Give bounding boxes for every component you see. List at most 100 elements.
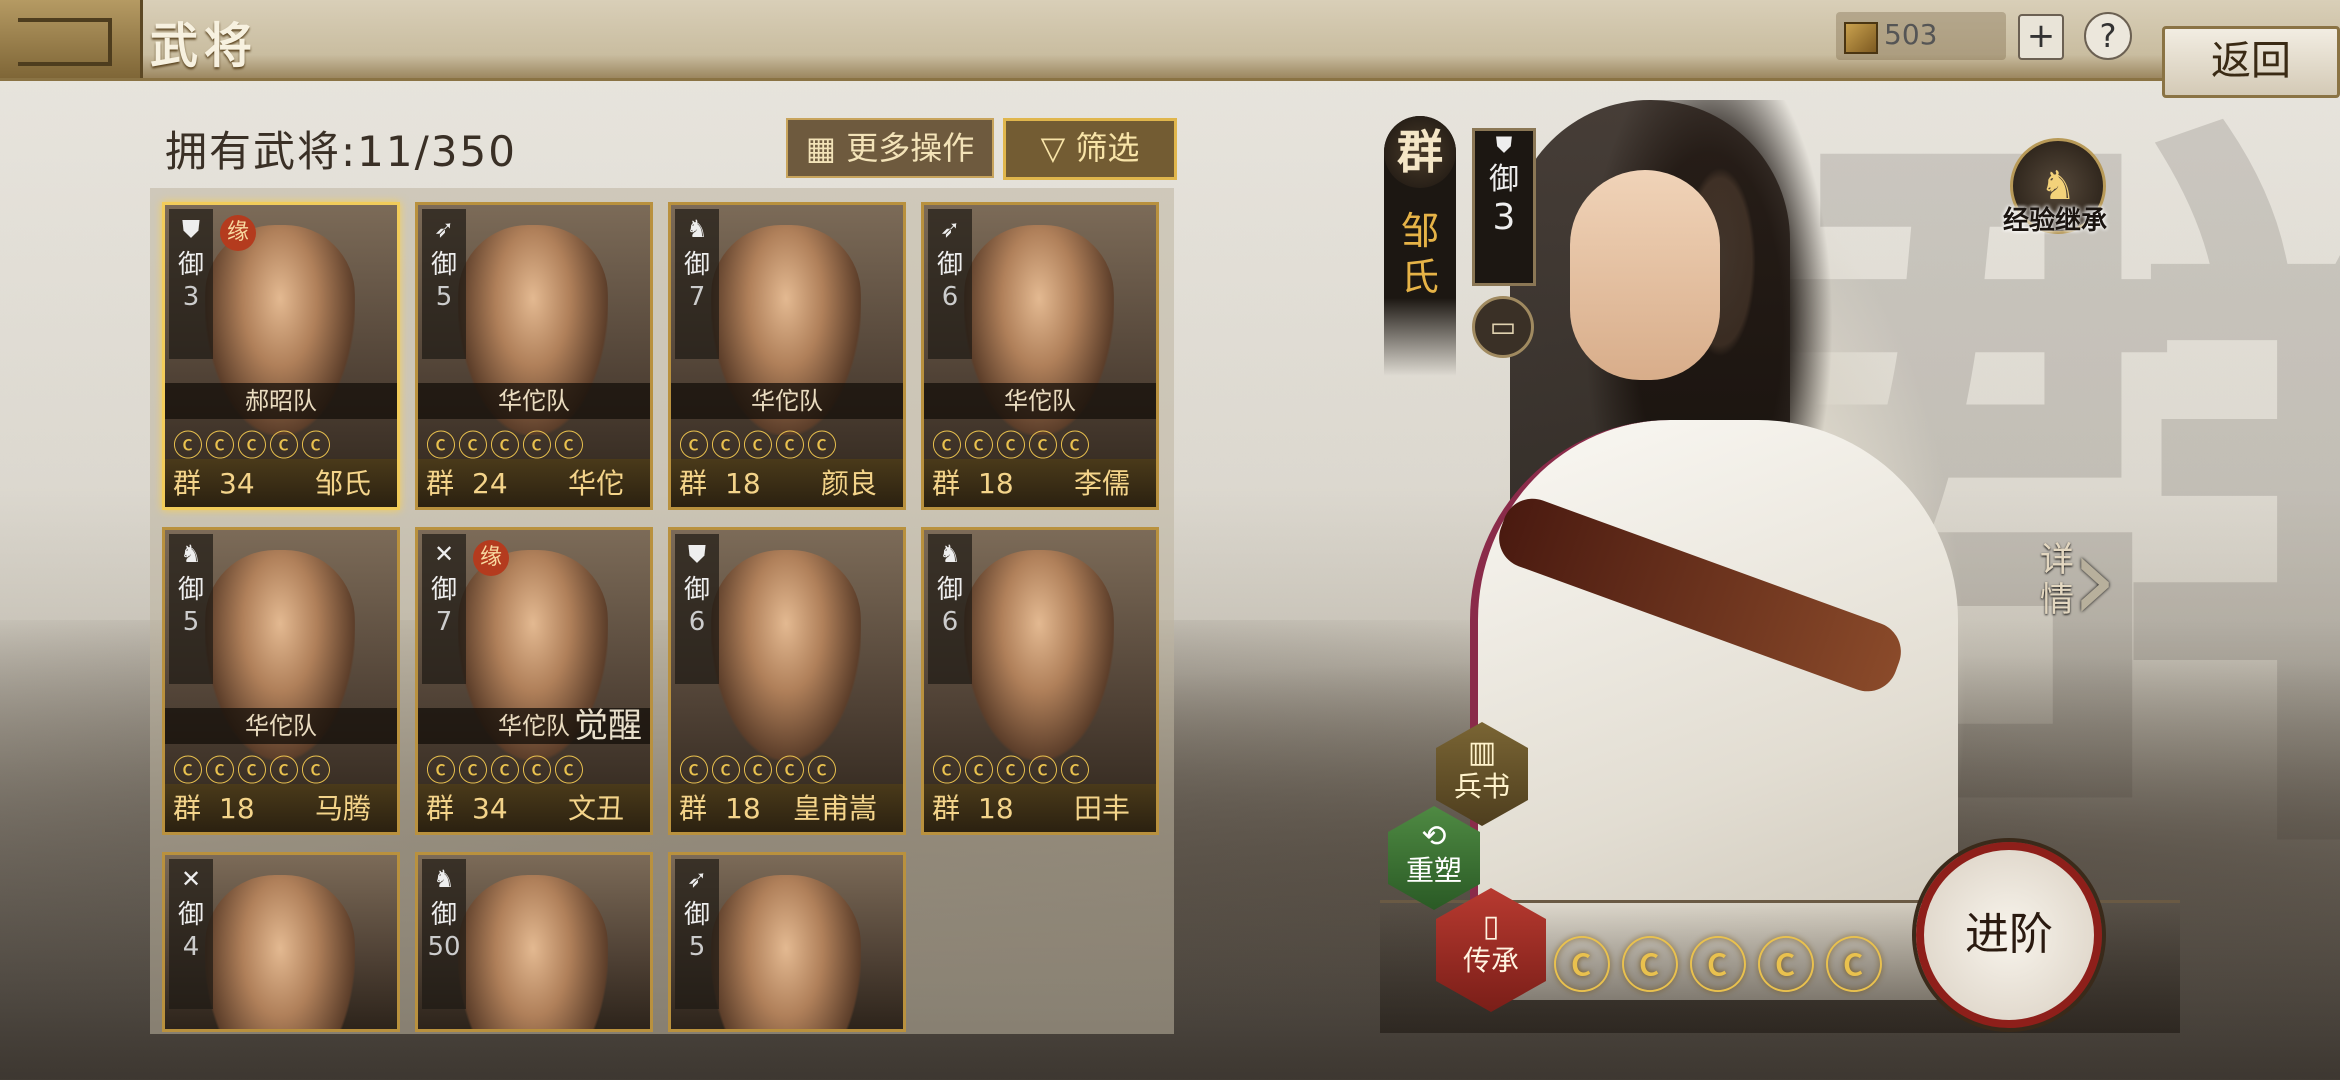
chevron-right-icon: ›: [2070, 510, 2118, 649]
general-faction: 群: [173, 792, 202, 825]
star-rating: ⓒⓒⓒⓒⓒ: [932, 754, 1092, 789]
card-info-bar: 群 34 邹氏: [165, 459, 397, 507]
filter-label: 筛选: [1075, 129, 1140, 167]
general-card[interactable]: ⛊ 御 6 ⓒⓒⓒⓒⓒ 群 18 皇甫嵩: [668, 527, 906, 835]
general-card[interactable]: ➶ 御 5 华佗队 ⓒⓒⓒⓒⓒ 群 24 华佗: [415, 202, 653, 510]
advance-button[interactable]: 进阶: [1916, 842, 2102, 1028]
unit-type: 御: [683, 575, 710, 605]
general-portrait: [711, 550, 861, 760]
star-rating: ⓒⓒⓒⓒⓒ: [932, 429, 1092, 464]
general-name: 文丑: [567, 792, 624, 825]
shield-icon: ⛊: [688, 540, 706, 568]
unit-type: 御: [177, 250, 204, 280]
general-card[interactable]: ♞ 御 5 华佗队 ⓒⓒⓒⓒⓒ 群 18 马腾: [162, 527, 400, 835]
general-faction: 群: [679, 792, 708, 825]
general-card[interactable]: ♞ 御 6 ⓒⓒⓒⓒⓒ 群 18 田丰: [921, 527, 1159, 835]
team-label: 华佗队: [165, 708, 397, 744]
star-rating: ⓒⓒⓒⓒⓒ: [173, 754, 333, 789]
general-card[interactable]: ➶ 御 5: [668, 852, 906, 1032]
general-faction: 群: [679, 467, 708, 500]
unit-type: 御: [936, 250, 963, 280]
bow-icon: ➶: [686, 865, 708, 893]
general-portrait: [458, 875, 608, 1029]
card-info-bar: 群 18 李儒: [924, 459, 1156, 507]
detail-button[interactable]: 详情 ›: [2030, 520, 2140, 650]
general-faction: 群: [932, 467, 961, 500]
general-level: 18: [725, 467, 761, 500]
general-portrait: [711, 875, 861, 1029]
hero-cost: 3: [1492, 197, 1516, 238]
inherit-label: 传承: [1462, 944, 1519, 977]
hero-face: [1570, 170, 1720, 380]
card-info-bar: 群 18 田丰: [924, 784, 1156, 832]
unit-type: 御: [430, 250, 457, 280]
unit-badge: ♞ 御 7: [675, 209, 719, 359]
hero-name: 邹氏: [1400, 209, 1439, 299]
general-faction: 群: [426, 467, 455, 500]
general-name: 李儒: [1073, 467, 1130, 500]
card-info-bar: 群 34 文丑: [418, 784, 650, 832]
star-rating: ⓒⓒⓒⓒⓒ: [679, 429, 839, 464]
team-label: 华佗队: [924, 383, 1156, 419]
general-card[interactable]: ➶ 御 6 华佗队 ⓒⓒⓒⓒⓒ 群 18 李儒: [921, 202, 1159, 510]
general-name: 颜良: [820, 467, 877, 500]
shield-icon: ⛊: [1495, 133, 1513, 158]
more-actions-button[interactable]: ▦ 更多操作: [786, 118, 994, 178]
general-card[interactable]: ♞ 御 7 华佗队 ⓒⓒⓒⓒⓒ 群 18 颜良: [668, 202, 906, 510]
back-button[interactable]: 返回: [2162, 26, 2340, 98]
fate-marker: 缘: [473, 540, 509, 576]
spear-icon: ✕: [433, 540, 455, 568]
unit-cost: 6: [941, 607, 959, 637]
star-rating: ⓒⓒⓒⓒⓒ: [173, 429, 333, 464]
unit-cost: 7: [435, 607, 453, 637]
team-label: 华佗队: [671, 383, 903, 419]
hero-star-rating: ⓒⓒⓒⓒⓒ: [1552, 932, 1892, 1002]
filter-button[interactable]: ▽ 筛选: [1003, 118, 1177, 180]
horse-icon: ♞: [686, 215, 708, 243]
currency-display: 503: [1836, 12, 2006, 60]
star-rating: ⓒⓒⓒⓒⓒ: [679, 754, 839, 789]
war-book-label: 兵书: [1453, 770, 1510, 803]
unit-badge: ✕ 御 7: [422, 534, 466, 684]
horse-icon: ♞: [433, 865, 455, 893]
general-level: 18: [219, 792, 255, 825]
top-bar: 武将 503 + ?: [0, 0, 2340, 81]
general-card[interactable]: ⛊ 御 3 缘郝昭队 ⓒⓒⓒⓒⓒ 群 34 邹氏: [162, 202, 400, 510]
currency-value: 503: [1884, 18, 1938, 51]
add-currency-button[interactable]: +: [2018, 14, 2064, 60]
unit-badge: ♞ 御 5: [169, 534, 213, 684]
help-button[interactable]: ?: [2084, 12, 2132, 60]
reshape-icon: ⟲: [1421, 819, 1447, 854]
general-name: 马腾: [314, 792, 371, 825]
general-card[interactable]: ♞ 御 50: [415, 852, 653, 1032]
general-name: 华佗: [567, 467, 624, 500]
general-level: 18: [978, 792, 1014, 825]
grid-icon: ▦: [805, 129, 847, 167]
unit-cost: 5: [688, 932, 706, 962]
unit-type: 御: [177, 575, 204, 605]
card-info-bar: 群 18 马腾: [165, 784, 397, 832]
card-info-bar: 群 24 华佗: [418, 459, 650, 507]
card-info-bar: 群 18 颜良: [671, 459, 903, 507]
general-portrait: [964, 550, 1114, 760]
unit-type: 御: [430, 900, 457, 930]
equipment-chest-button[interactable]: ▭: [1472, 296, 1534, 358]
unit-badge: ➶ 御 6: [928, 209, 972, 359]
unit-badge: ⛊ 御 6: [675, 534, 719, 684]
general-card[interactable]: ✕ 御 4: [162, 852, 400, 1032]
team-label: 华佗队: [418, 383, 650, 419]
unit-badge: ⛊ 御 3: [169, 209, 213, 359]
star-rating: ⓒⓒⓒⓒⓒ: [426, 754, 586, 789]
general-name: 田丰: [1073, 792, 1130, 825]
general-faction: 群: [173, 467, 202, 500]
star-rating: ⓒⓒⓒⓒⓒ: [426, 429, 586, 464]
menu-emblem-icon[interactable]: [0, 0, 143, 78]
card-info-bar: 群 18 皇甫嵩: [671, 784, 903, 832]
unit-cost: 6: [941, 282, 959, 312]
hero-faction: 群: [1384, 116, 1456, 188]
unit-cost: 4: [182, 932, 200, 962]
hero-unit-tag: ⛊ 御 3: [1472, 128, 1536, 286]
unit-type: 御: [177, 900, 204, 930]
general-card[interactable]: ✕ 御 7 缘华佗队 觉醒 ⓒⓒⓒⓒⓒ 群 34 文丑: [415, 527, 653, 835]
more-actions-label: 更多操作: [846, 129, 975, 167]
